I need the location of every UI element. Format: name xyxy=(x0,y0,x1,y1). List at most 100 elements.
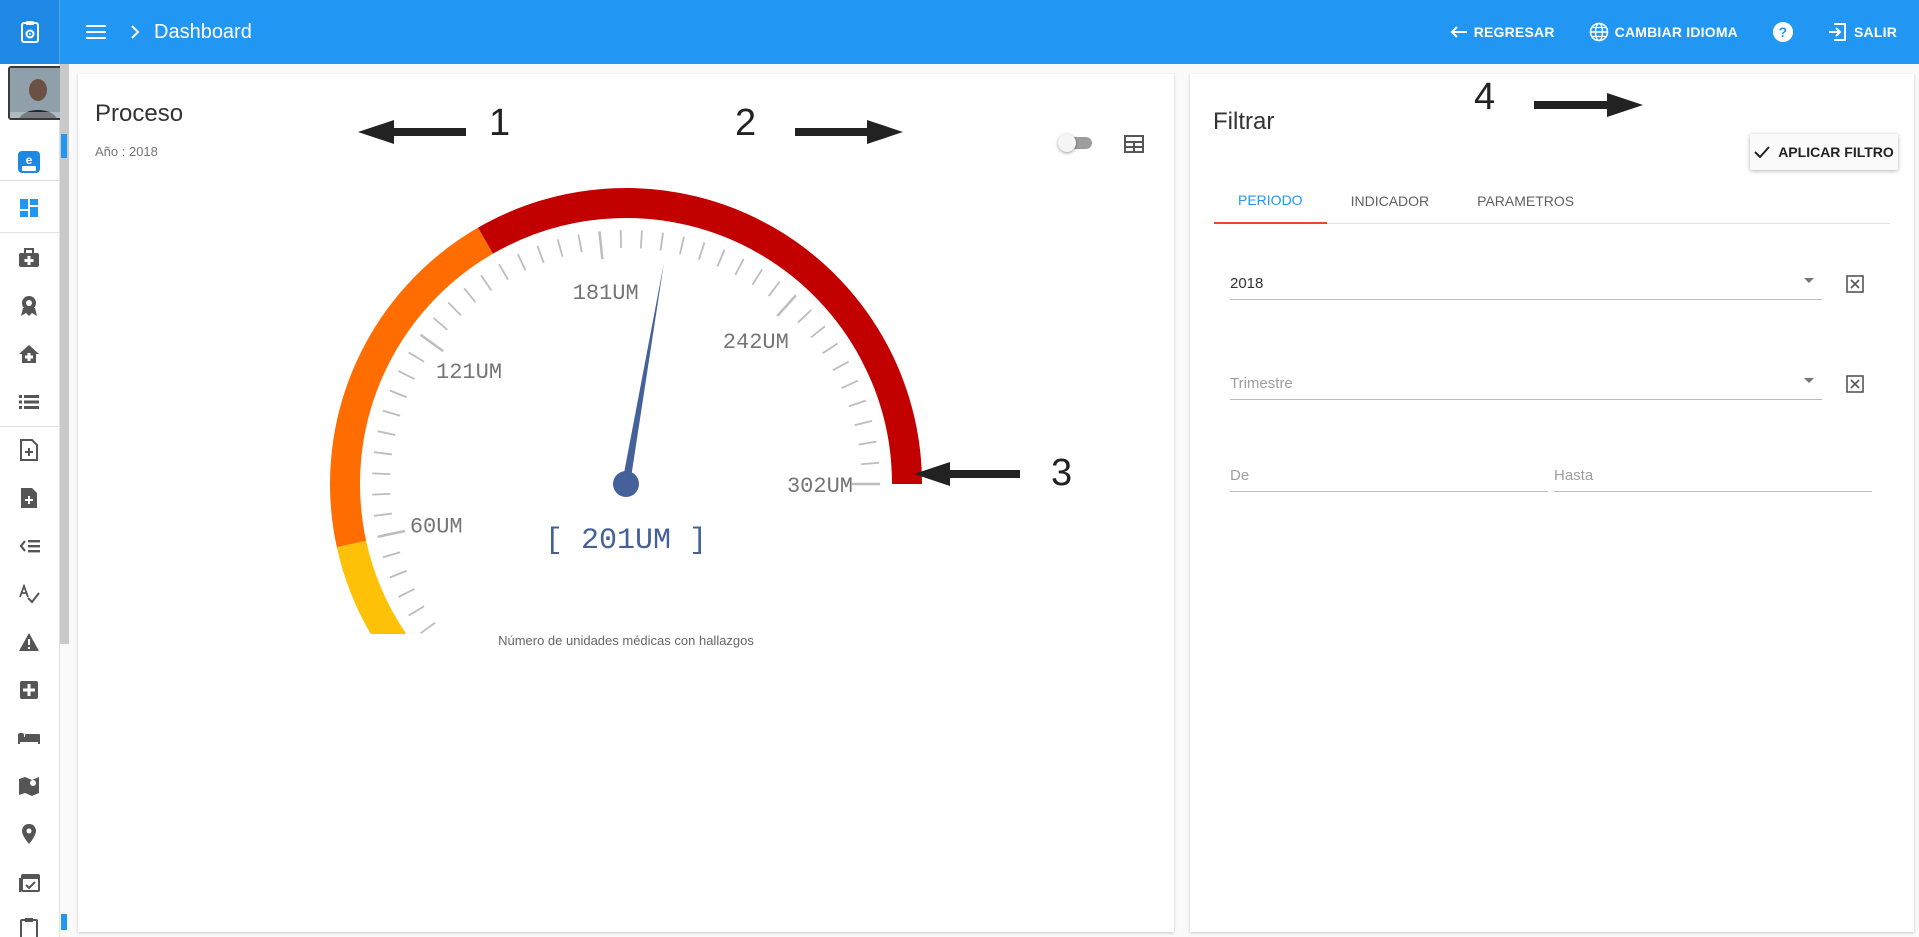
location-pin-icon[interactable] xyxy=(15,820,43,848)
calendar-check-icon[interactable] xyxy=(15,868,43,896)
file-add-icon[interactable] xyxy=(15,436,43,464)
to-placeholder: Hasta xyxy=(1554,467,1594,484)
gauge-tick xyxy=(716,249,726,267)
gauge-tick xyxy=(389,570,407,579)
tab-parametros[interactable]: PARAMETROS xyxy=(1453,178,1598,224)
filter-tabs: PERIODO INDICADOR PARAMETROS xyxy=(1214,178,1890,224)
sidebar-divider xyxy=(0,426,60,427)
checklist-icon[interactable] xyxy=(15,532,43,560)
back-button[interactable]: REGRESAR xyxy=(1450,24,1555,40)
quarter-select[interactable]: Trimestre xyxy=(1230,368,1822,400)
change-language-button[interactable]: CAMBIAR IDIOMA xyxy=(1589,22,1738,42)
gauge-tick xyxy=(433,317,448,331)
user-avatar[interactable] xyxy=(8,66,64,120)
bed-icon[interactable] xyxy=(15,724,43,752)
gauge-tick xyxy=(517,253,527,271)
gauge-needle-hub xyxy=(613,471,639,497)
dashboard-icon[interactable] xyxy=(15,194,43,222)
from-placeholder: De xyxy=(1230,467,1250,484)
gauge-tick xyxy=(419,621,436,634)
from-field[interactable]: De xyxy=(1230,460,1548,492)
svg-text:?: ? xyxy=(1779,24,1788,40)
medical-kit-icon[interactable] xyxy=(15,244,43,272)
gauge-tick xyxy=(372,492,391,496)
map-edit-icon[interactable] xyxy=(15,772,43,800)
gauge-tick xyxy=(858,440,877,446)
list-icon[interactable] xyxy=(15,388,43,416)
top-actions: REGRESAR CAMBIAR IDIOMA ? SALIR xyxy=(1450,0,1897,64)
file-plus-icon[interactable] xyxy=(15,484,43,512)
gauge-tick xyxy=(447,301,462,317)
change-language-label: CAMBIAR IDIOMA xyxy=(1614,24,1738,40)
gauge-tick xyxy=(398,370,416,380)
clear-year-button[interactable] xyxy=(1844,273,1866,295)
gauge-tick-label: 181UM xyxy=(573,281,639,306)
chevron-right-icon xyxy=(130,25,140,39)
award-icon[interactable] xyxy=(15,292,43,320)
warning-icon[interactable] xyxy=(15,628,43,656)
gauge-band xyxy=(330,227,494,548)
help-icon: ? xyxy=(1773,22,1793,42)
logout-button[interactable]: SALIR xyxy=(1828,22,1897,42)
gauge-tick xyxy=(373,451,392,456)
app-root: Dashboard REGRESAR CAMBIAR IDIOMA ? SALI… xyxy=(0,0,1919,937)
close-box-icon xyxy=(1846,275,1864,293)
gauge-tick xyxy=(463,287,477,303)
year-select[interactable]: 2018 xyxy=(1230,268,1822,300)
clipboard-icon[interactable] xyxy=(15,914,43,937)
tab-periodo[interactable]: PERIODO xyxy=(1214,178,1327,224)
gauge-tick xyxy=(854,419,873,427)
gauge-tick xyxy=(598,231,604,260)
gauge-tick xyxy=(372,472,391,476)
gauge-tick xyxy=(377,430,396,436)
annotation-number: 4 xyxy=(1474,76,1496,118)
gauge-tick xyxy=(536,245,545,264)
gauge-tick xyxy=(767,281,781,297)
gauge-tick xyxy=(734,258,745,276)
gauge-tick xyxy=(841,379,859,389)
gauge-tick xyxy=(498,263,509,281)
annotation-number: 3 xyxy=(1051,452,1073,494)
gauge-tick xyxy=(810,325,826,339)
filter-card: Filtrar APLICAR FILTRO PERIODO INDICADOR… xyxy=(1190,74,1914,932)
gauge-chart: 0UM60UM121UM181UM242UM302UM [ 201UM ] xyxy=(330,188,922,634)
gauge-tick-label: 302UM xyxy=(787,474,853,499)
chevron-down-icon xyxy=(1804,378,1814,383)
logout-icon xyxy=(1829,23,1846,41)
top-app-bar: Dashboard REGRESAR CAMBIAR IDIOMA ? SALI… xyxy=(0,0,1919,64)
gauge-tick xyxy=(659,232,664,251)
close-box-icon xyxy=(1846,375,1864,393)
logout-label: SALIR xyxy=(1854,24,1897,40)
tab-indicador[interactable]: INDICADOR xyxy=(1327,178,1454,224)
arrow-left-icon xyxy=(1450,26,1467,38)
apply-filter-label: APLICAR FILTRO xyxy=(1778,144,1894,160)
quarter-placeholder: Trimestre xyxy=(1230,375,1293,392)
gauge-tick xyxy=(398,588,416,598)
year-select-value: 2018 xyxy=(1230,275,1264,292)
gauge-tick-label: 121UM xyxy=(436,360,502,385)
gauge-tick xyxy=(480,274,493,291)
gauge-tick xyxy=(848,399,867,408)
home-hospital-icon[interactable] xyxy=(15,340,43,368)
gauge-tick xyxy=(776,294,797,317)
to-field[interactable]: Hasta xyxy=(1554,460,1872,492)
gauge-tick xyxy=(861,461,880,466)
sidebar-divider xyxy=(0,232,60,233)
gauge-tick xyxy=(577,234,583,253)
clear-quarter-button[interactable] xyxy=(1844,373,1866,395)
hospital-cross-icon[interactable] xyxy=(15,676,43,704)
annotation-number: 1 xyxy=(489,102,511,144)
spellcheck-icon[interactable] xyxy=(15,580,43,608)
gauge-tick xyxy=(389,389,407,398)
gauge-tick xyxy=(373,512,392,517)
gauge-tick xyxy=(408,351,425,363)
etab-badge-icon[interactable]: e xyxy=(15,148,43,176)
help-button[interactable]: ? xyxy=(1772,21,1794,43)
apply-filter-button[interactable]: APLICAR FILTRO xyxy=(1750,134,1898,170)
menu-button[interactable] xyxy=(74,10,118,54)
globe-icon xyxy=(1589,22,1608,42)
app-logo[interactable] xyxy=(0,0,60,64)
sidebar: e xyxy=(0,64,64,937)
sidebar-divider xyxy=(0,180,60,181)
chevron-down-icon xyxy=(1804,278,1814,283)
